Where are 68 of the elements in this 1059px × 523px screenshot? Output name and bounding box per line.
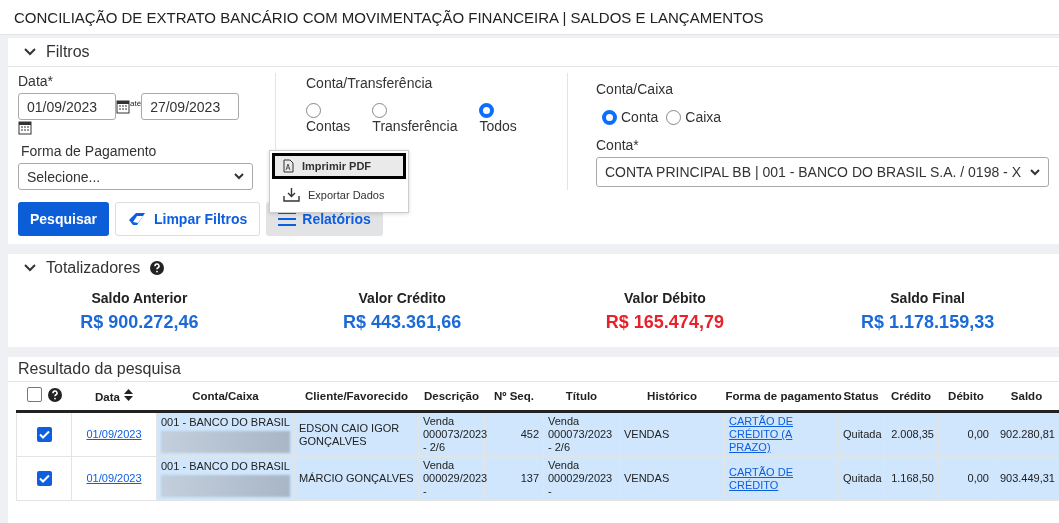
menu-item[interactable]: Imprimir PDF — [272, 153, 406, 179]
search-button[interactable]: Pesquisar — [18, 202, 109, 236]
radio-option[interactable]: Conta — [602, 109, 659, 125]
select-field[interactable]: CONTA PRINCIPAL BB | 001 - BANCO DO BRASIL S.A. / 0198 - X — [596, 157, 1049, 187]
range-separator: até — [130, 99, 142, 108]
table-cell: 903.449,31 — [999, 472, 1055, 484]
clear-filters-button[interactable]: Limpar Filtros — [114, 202, 261, 236]
table-cell: 0,00 — [967, 472, 989, 484]
table-cell: 2.008,35 — [891, 428, 934, 440]
table-cell: 137 — [520, 472, 539, 484]
table-cell: MÁRCIO GONÇALVES — [299, 472, 414, 484]
page-title: CONCILIAÇÃO DE EXTRATO BANCÁRIO COM MOVIMENTAÇÃO FINANCEIRA | SALDOS E LANÇAMENTOS — [0, 0, 1059, 35]
table-cell: Venda 000073/2023 - 2/6 — [548, 415, 613, 453]
checkbox[interactable] — [26, 387, 42, 402]
radio-option[interactable]: Contas — [306, 103, 351, 134]
panel-title: Totalizadores — [46, 259, 141, 277]
eraser-icon — [127, 212, 148, 226]
sort-icon — [123, 388, 133, 401]
table-cell: Venda 000073/2023 - 2/6 — [423, 415, 488, 453]
chevron-icon[interactable] — [24, 264, 36, 272]
table-cell: 001 - BANCO DO BRASIL — [161, 416, 290, 428]
radio-option[interactable]: Caixa — [666, 109, 722, 125]
checkmark-icon — [38, 430, 50, 439]
table-cell: Quitada — [843, 472, 882, 484]
date-field[interactable]: 27/09/2023 — [141, 93, 240, 120]
panel-title: Filtros — [46, 43, 90, 61]
field-label: Data* — [18, 73, 55, 89]
table-cell: 452 — [520, 428, 539, 440]
field-label: Conta/Transferência — [306, 75, 434, 91]
field-label: Conta/Caixa — [596, 81, 675, 97]
table-cell: 1.168,50 — [891, 472, 934, 484]
pdf-file-icon — [283, 159, 294, 173]
select-field[interactable]: Selecione... — [18, 163, 253, 190]
help-icon[interactable] — [47, 387, 62, 402]
total-value: R$ 900.272,46 — [80, 312, 199, 333]
field-label: Forma de Pagamento — [21, 143, 158, 159]
table-cell: Venda 000029/2023 - — [423, 459, 488, 497]
calendar-icon[interactable] — [18, 120, 32, 135]
total-label: Valor Débito — [624, 290, 706, 306]
date-field[interactable]: 01/09/2023 — [18, 93, 116, 120]
checkbox[interactable] — [36, 427, 52, 442]
total-value: R$ 443.361,66 — [343, 312, 462, 333]
field-label: Conta* — [596, 137, 640, 153]
chevron-icon[interactable] — [24, 48, 36, 56]
calendar-icon[interactable] — [116, 99, 130, 114]
radio-option[interactable]: Todos — [479, 103, 517, 134]
total-value: R$ 165.474,79 — [605, 312, 724, 333]
menu-icon — [278, 212, 297, 226]
table-cell: 902.280,81 — [999, 428, 1055, 440]
help-icon[interactable] — [150, 261, 165, 275]
radio-option[interactable]: Transferência — [372, 103, 458, 134]
table-cell: VENDAS — [624, 428, 670, 440]
table-cell: Quitada — [843, 428, 882, 440]
table-cell: 0,00 — [967, 428, 989, 440]
checkbox[interactable] — [36, 471, 52, 486]
download-tray-icon — [283, 187, 300, 202]
panel-title: Resultado da pesquisa — [18, 360, 181, 378]
checkmark-icon — [38, 474, 50, 483]
table-cell: VENDAS — [624, 472, 670, 484]
table-cell: Venda 000029/2023 - — [548, 459, 613, 497]
table-cell: 001 - BANCO DO BRASIL — [161, 460, 290, 472]
total-label: Saldo Anterior — [91, 290, 188, 306]
table-cell: EDSON CAIO IGOR GONÇALVES — [299, 421, 400, 447]
total-value: R$ 1.178.159,33 — [861, 312, 995, 333]
caret-icon — [1030, 168, 1040, 176]
caret-icon — [234, 173, 244, 180]
total-label: Valor Crédito — [358, 290, 446, 306]
total-label: Saldo Final — [890, 290, 965, 306]
